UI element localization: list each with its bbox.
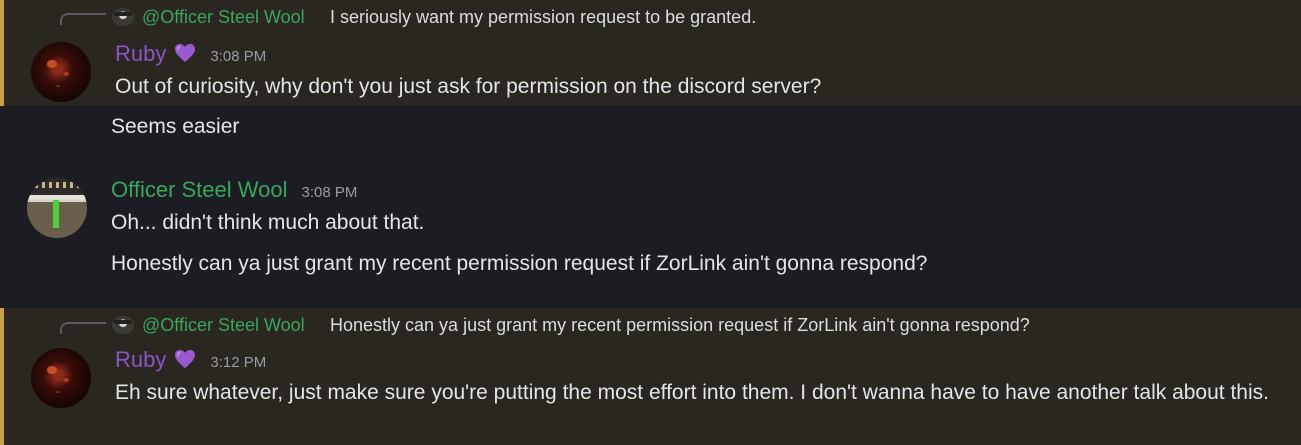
message-text: Oh... didn't think much about that. <box>111 211 425 234</box>
reply-preview-text[interactable]: Honestly can ya just grant my recent per… <box>330 315 1030 336</box>
message-header: Ruby 3:08 PM <box>115 41 266 67</box>
message-ruby-1[interactable]: @Officer Steel Wool I seriously want my … <box>0 0 1301 106</box>
reply-mention-name[interactable]: @Officer Steel Wool <box>142 7 305 28</box>
username[interactable]: Ruby <box>115 347 166 373</box>
purple-heart-icon <box>175 43 196 63</box>
reply-spine <box>60 322 106 334</box>
avatar[interactable] <box>31 42 91 102</box>
purple-heart-icon <box>175 349 196 369</box>
reply-mention-name[interactable]: @Officer Steel Wool <box>142 315 305 336</box>
chat-log: @Officer Steel Wool I seriously want my … <box>0 0 1301 445</box>
username[interactable]: Officer Steel Wool <box>111 177 287 203</box>
avatar[interactable] <box>31 348 91 408</box>
reply-avatar[interactable] <box>112 316 134 334</box>
message-text: Seems easier <box>111 115 240 138</box>
message-header: Officer Steel Wool 3:08 PM <box>111 177 357 203</box>
timestamp[interactable]: 3:08 PM <box>210 48 266 65</box>
username[interactable]: Ruby <box>115 41 166 67</box>
message-ruby-continuation[interactable]: Seems easier <box>0 106 1301 152</box>
message-steel-wool[interactable]: Officer Steel Wool 3:08 PM Oh... didn't … <box>0 152 1301 308</box>
reply-spine <box>60 13 106 25</box>
reply-preview-text[interactable]: I seriously want my permission request t… <box>330 7 756 28</box>
message-text: Out of curiosity, why don't you just ask… <box>115 75 822 98</box>
message-ruby-2[interactable]: @Officer Steel Wool Honestly can ya just… <box>0 308 1301 445</box>
reply-avatar[interactable] <box>112 8 134 26</box>
message-header: Ruby 3:12 PM <box>115 347 266 373</box>
message-text: Honestly can ya just grant my recent per… <box>111 252 928 275</box>
timestamp[interactable]: 3:08 PM <box>301 184 357 201</box>
avatar[interactable] <box>27 178 87 238</box>
timestamp[interactable]: 3:12 PM <box>210 354 266 371</box>
message-text: Eh sure whatever, just make sure you're … <box>115 381 1269 404</box>
